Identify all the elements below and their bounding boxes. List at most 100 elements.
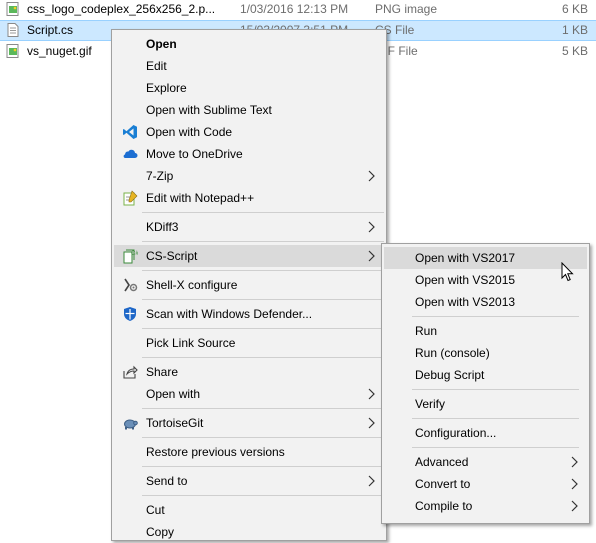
menu-item-label: Compile to xyxy=(415,499,473,513)
menu-item-open-with-code[interactable]: Open with Code xyxy=(114,121,384,143)
svg-text:C#: C# xyxy=(131,251,138,257)
menu-item-label: Open with xyxy=(146,387,201,401)
menu-separator xyxy=(412,447,579,448)
menu-separator xyxy=(142,357,384,358)
menu-item-label: Open xyxy=(146,37,177,51)
chevron-right-icon xyxy=(368,475,375,487)
menu-separator xyxy=(412,389,579,390)
chevron-right-icon xyxy=(368,417,375,429)
menu-item-label: Move to OneDrive xyxy=(146,147,243,161)
menu-separator xyxy=(412,316,579,317)
menu-item-label: 7-Zip xyxy=(146,169,174,183)
menu-item-pick-link-source[interactable]: Pick Link Source xyxy=(114,332,384,354)
file-size: 6 KB xyxy=(561,2,588,16)
submenu-item-open-with-vs2017[interactable]: Open with VS2017 xyxy=(384,247,587,269)
menu-separator xyxy=(142,495,384,496)
file-date: 1/03/2016 12:13 PM xyxy=(240,2,349,16)
menu-separator xyxy=(142,241,384,242)
menu-item-label: Open with Sublime Text xyxy=(146,103,272,117)
menu-item-open-with[interactable]: Open with xyxy=(114,383,384,405)
notepad-plus-plus-icon xyxy=(123,190,138,206)
vscode-icon xyxy=(123,125,137,139)
menu-item-copy[interactable]: Copy xyxy=(114,521,384,543)
menu-item-7zip[interactable]: 7-Zip xyxy=(114,165,384,187)
menu-item-label: Restore previous versions xyxy=(146,445,285,459)
menu-item-cs-script[interactable]: C# CS-Script xyxy=(114,245,384,267)
menu-item-label: Edit xyxy=(146,59,167,73)
menu-item-label: Debug Script xyxy=(415,368,485,382)
menu-item-open[interactable]: Open xyxy=(114,33,384,55)
image-file-icon xyxy=(6,2,19,16)
menu-item-label: Scan with Windows Defender... xyxy=(146,307,313,321)
file-row[interactable]: css_logo_codeplex_256x256_2.p... 1/03/20… xyxy=(0,0,596,20)
menu-separator xyxy=(142,437,384,438)
menu-separator xyxy=(142,299,384,300)
menu-item-share[interactable]: Share xyxy=(114,361,384,383)
cs-script-icon: C# xyxy=(123,249,138,264)
menu-item-label: Explore xyxy=(146,81,187,95)
file-type: PNG image xyxy=(375,2,438,16)
menu-separator xyxy=(412,418,579,419)
menu-separator xyxy=(142,408,384,409)
chevron-right-icon xyxy=(368,250,375,262)
submenu-item-compile-to[interactable]: Compile to xyxy=(384,495,587,517)
submenu-item-open-with-vs2013[interactable]: Open with VS2013 xyxy=(384,291,587,313)
menu-item-label: Shell-X configure xyxy=(146,278,238,292)
file-size: 1 KB xyxy=(561,23,588,37)
text-file-icon xyxy=(7,23,19,37)
menu-item-kdiff3[interactable]: KDiff3 xyxy=(114,216,384,238)
menu-item-restore-previous-versions[interactable]: Restore previous versions xyxy=(114,441,384,463)
menu-item-label: Configuration... xyxy=(415,426,497,440)
menu-item-tortoisegit[interactable]: TortoiseGit xyxy=(114,412,384,434)
menu-item-send-to[interactable]: Send to xyxy=(114,470,384,492)
file-name: css_logo_codeplex_256x256_2.p... xyxy=(27,2,216,16)
menu-item-label: Verify xyxy=(415,397,446,411)
menu-item-label: Open with Code xyxy=(146,125,233,139)
menu-item-label: Cut xyxy=(146,503,165,517)
menu-item-open-with-sublime[interactable]: Open with Sublime Text xyxy=(114,99,384,121)
menu-item-edit[interactable]: Edit xyxy=(114,55,384,77)
context-menu: Open Edit Explore Open with Sublime Text… xyxy=(111,29,387,541)
menu-item-scan-with-windows-defender[interactable]: Scan with Windows Defender... xyxy=(114,303,384,325)
mouse-pointer-icon xyxy=(561,262,574,282)
menu-item-label: Convert to xyxy=(415,477,471,491)
windows-defender-icon xyxy=(124,307,136,321)
menu-item-label: CS-Script xyxy=(146,249,198,263)
menu-item-explore[interactable]: Explore xyxy=(114,77,384,99)
submenu-item-open-with-vs2015[interactable]: Open with VS2015 xyxy=(384,269,587,291)
menu-item-label: Open with VS2015 xyxy=(415,273,516,287)
chevron-right-icon xyxy=(571,500,578,512)
submenu-item-advanced[interactable]: Advanced xyxy=(384,451,587,473)
menu-item-label: TortoiseGit xyxy=(146,416,204,430)
menu-item-label: Pick Link Source xyxy=(146,336,236,350)
menu-item-move-to-onedrive[interactable]: Move to OneDrive xyxy=(114,143,384,165)
menu-item-label: Run xyxy=(415,324,438,338)
menu-item-shell-x-configure[interactable]: Shell-X configure xyxy=(114,274,384,296)
chevron-right-icon xyxy=(368,388,375,400)
submenu-item-convert-to[interactable]: Convert to xyxy=(384,473,587,495)
tortoisegit-icon xyxy=(124,419,138,430)
file-name: Script.cs xyxy=(27,23,74,37)
file-size: 5 KB xyxy=(561,44,588,58)
menu-item-label: Run (console) xyxy=(415,346,490,360)
menu-separator xyxy=(142,466,384,467)
chevron-right-icon xyxy=(368,170,375,182)
menu-separator xyxy=(142,212,384,213)
menu-item-label: Open with VS2017 xyxy=(415,251,516,265)
menu-item-label: Advanced xyxy=(415,455,469,469)
submenu-item-run-console[interactable]: Run (console) xyxy=(384,342,587,364)
image-file-icon xyxy=(6,44,19,58)
submenu-item-debug-script[interactable]: Debug Script xyxy=(384,364,587,386)
chevron-right-icon xyxy=(571,456,578,468)
menu-item-cut[interactable]: Cut xyxy=(114,499,384,521)
submenu-item-run[interactable]: Run xyxy=(384,320,587,342)
menu-item-label: Send to xyxy=(146,474,188,488)
shell-x-icon xyxy=(124,278,138,292)
submenu-item-configuration[interactable]: Configuration... xyxy=(384,422,587,444)
submenu-item-verify[interactable]: Verify xyxy=(384,393,587,415)
chevron-right-icon xyxy=(368,221,375,233)
menu-item-edit-with-notepad-plus-plus[interactable]: Edit with Notepad++ xyxy=(114,187,384,209)
menu-separator xyxy=(142,270,384,271)
menu-item-label: Copy xyxy=(146,525,175,539)
file-name: vs_nuget.gif xyxy=(27,44,92,58)
